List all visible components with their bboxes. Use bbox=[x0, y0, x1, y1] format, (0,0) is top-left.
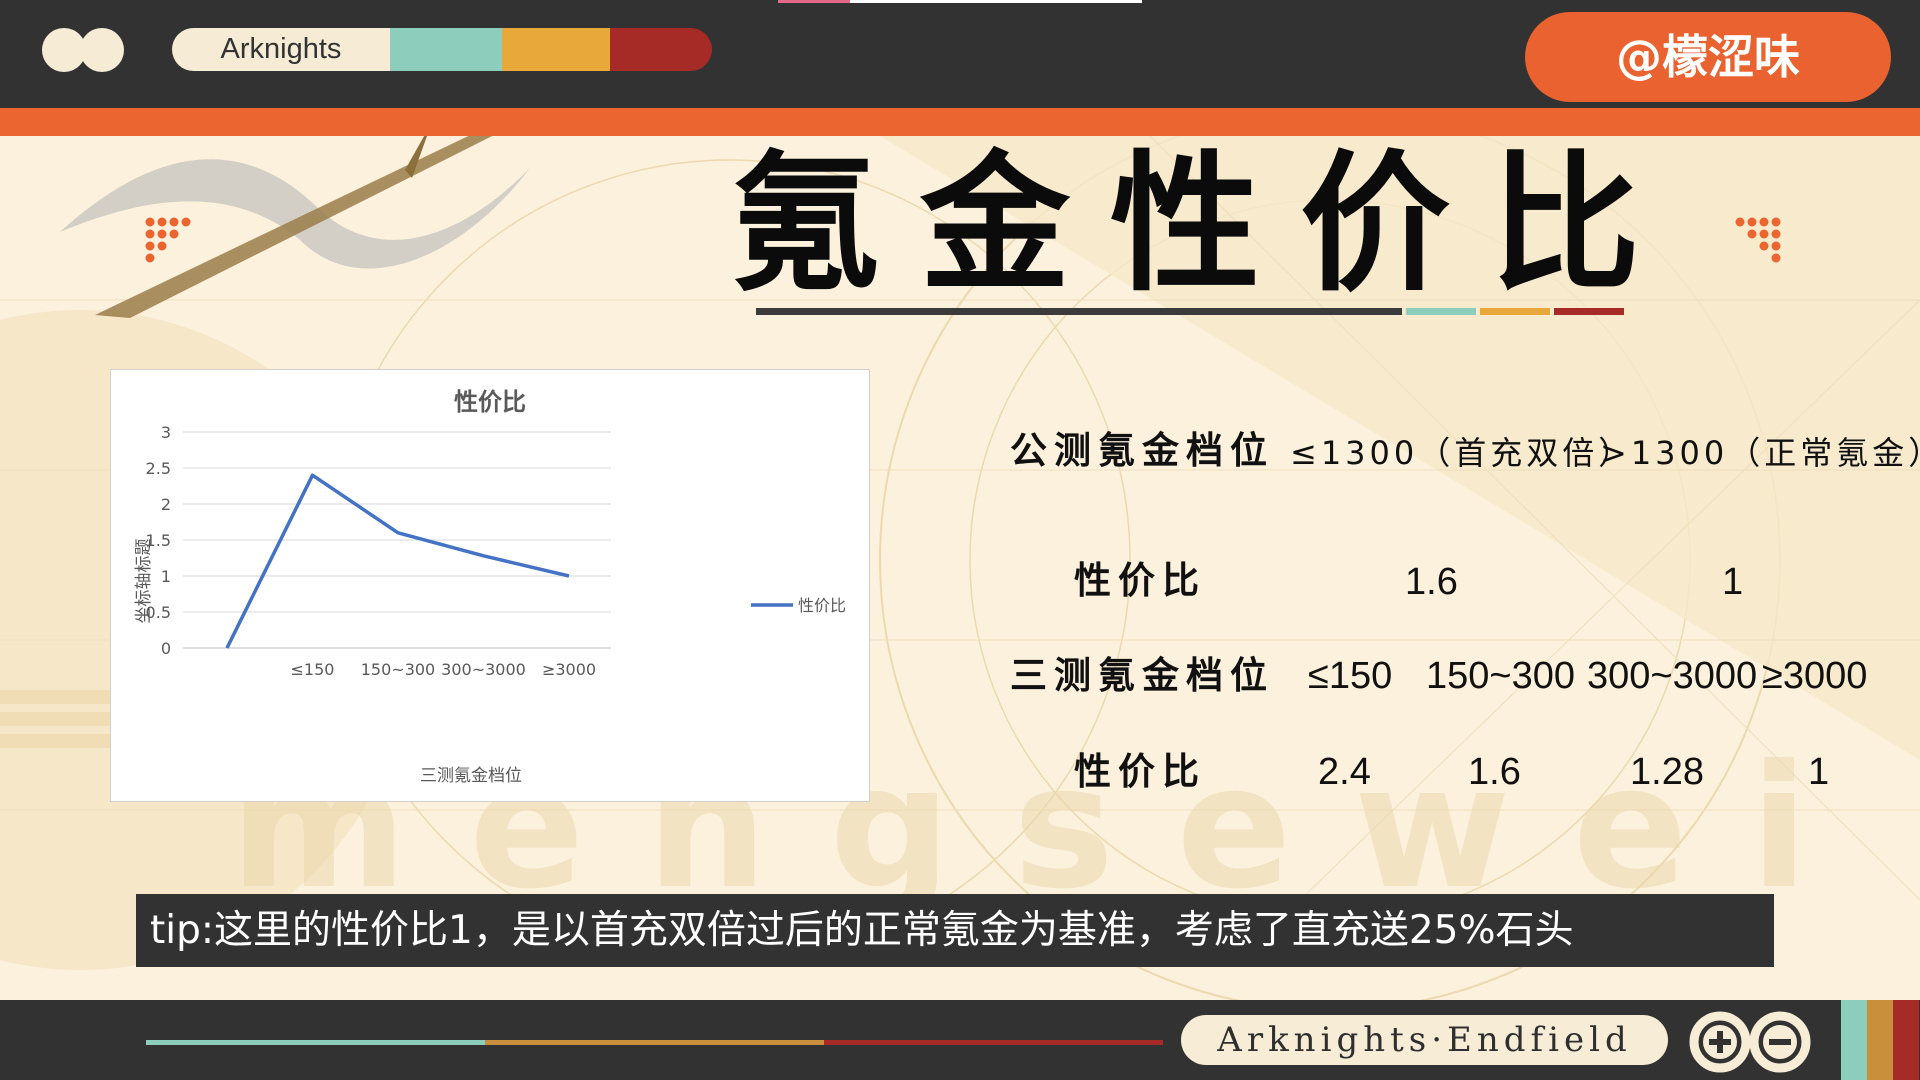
brand-pill-segment-orange bbox=[502, 28, 610, 71]
game-name-pill: Arknights·Endfield bbox=[1181, 1015, 1668, 1065]
title-underline-teal bbox=[1406, 308, 1476, 315]
chart-x-tick-label: 150~300 bbox=[361, 660, 435, 679]
tip-caption: tip:这里的性价比1，是以首充双倍过后的正常氪金为基准，考虑了直充送25%石头 bbox=[136, 894, 1774, 967]
chart-x-tick-label: 300~3000 bbox=[441, 660, 526, 679]
orange-strip bbox=[0, 108, 1920, 136]
right-color-stripes bbox=[1841, 1000, 1919, 1080]
top-accent-white bbox=[850, 0, 1142, 3]
row3-label: 三测氪金档位 bbox=[1010, 654, 1274, 697]
row1-col1: ≤1300（首充双倍） bbox=[1290, 434, 1635, 472]
plus-minus-logo-icon bbox=[1689, 1011, 1811, 1073]
chart-y-tick-label: 2.5 bbox=[146, 459, 171, 478]
row4-col4: 1 bbox=[1808, 751, 1830, 793]
top-accent-pink bbox=[778, 0, 850, 3]
brand-pill-segment-teal bbox=[390, 28, 502, 71]
stripe-teal bbox=[1841, 1000, 1867, 1080]
chart-y-tick-label: 2 bbox=[161, 495, 171, 514]
title-underline-dark bbox=[756, 308, 1402, 315]
brand-pill-segment-red bbox=[610, 28, 712, 71]
chart-y-tick-label: 0 bbox=[161, 639, 171, 658]
brand-name: Arknights bbox=[220, 33, 342, 65]
chart-y-tick-label: 3 bbox=[161, 423, 171, 442]
row3-col3: 300~3000 bbox=[1587, 655, 1758, 697]
bottom-line-teal bbox=[146, 1040, 485, 1045]
chart-x-axis-label: 三测氪金档位 bbox=[420, 766, 522, 786]
bottom-line-orange bbox=[485, 1040, 824, 1045]
bottom-color-line bbox=[146, 1040, 1163, 1045]
row4-col1: 2.4 bbox=[1318, 751, 1371, 793]
title-underline bbox=[756, 308, 1628, 315]
row3-col4: ≥3000 bbox=[1762, 655, 1868, 697]
row2-col1: 1.6 bbox=[1405, 561, 1458, 603]
row4-col3: 1.28 bbox=[1630, 751, 1704, 793]
bottom-line-red bbox=[824, 1040, 1163, 1045]
chart-y-tick-label: 0.5 bbox=[146, 603, 171, 622]
row2-col2: 1 bbox=[1722, 561, 1744, 603]
chart-title: 性价比 bbox=[454, 388, 526, 416]
stripe-orange bbox=[1867, 1000, 1893, 1080]
stripe-red bbox=[1893, 1000, 1919, 1080]
row1-col2: >1300（正常氪金） bbox=[1600, 434, 1920, 472]
title-underline-orange bbox=[1480, 308, 1550, 315]
chart-x-tick-label: ≥3000 bbox=[542, 660, 596, 679]
page-title: 氪金性价比 bbox=[730, 138, 1681, 312]
row3-col2: 150~300 bbox=[1426, 655, 1575, 697]
chart-series-line bbox=[225, 473, 570, 649]
chart-legend-label: 性价比 bbox=[798, 596, 846, 615]
row4-col2: 1.6 bbox=[1468, 751, 1521, 793]
logo-dot-right bbox=[80, 28, 124, 72]
title-underline-red bbox=[1554, 308, 1624, 315]
row1-label: 公测氪金档位 bbox=[1010, 429, 1274, 472]
row3-col1: ≤150 bbox=[1308, 655, 1393, 697]
chart-y-tick-label: 1 bbox=[161, 567, 171, 586]
row4-label: 性价比 bbox=[1074, 750, 1206, 793]
user-badge[interactable]: @檬涩味 bbox=[1525, 12, 1891, 102]
chart-card: 性价比 坐标轴标题 三测氪金档位 0 0.5 1 1.5 2 2.5 3 ≤150 150~3… bbox=[110, 369, 870, 802]
chart-x-tick-label: ≤150 bbox=[291, 660, 335, 679]
line-chart: 性价比 坐标轴标题 三测氪金档位 00.511.522.53 ≤150 150~3… bbox=[134, 388, 846, 786]
row2-label: 性价比 bbox=[1074, 559, 1206, 602]
chart-y-tick-label: 1.5 bbox=[146, 531, 171, 550]
